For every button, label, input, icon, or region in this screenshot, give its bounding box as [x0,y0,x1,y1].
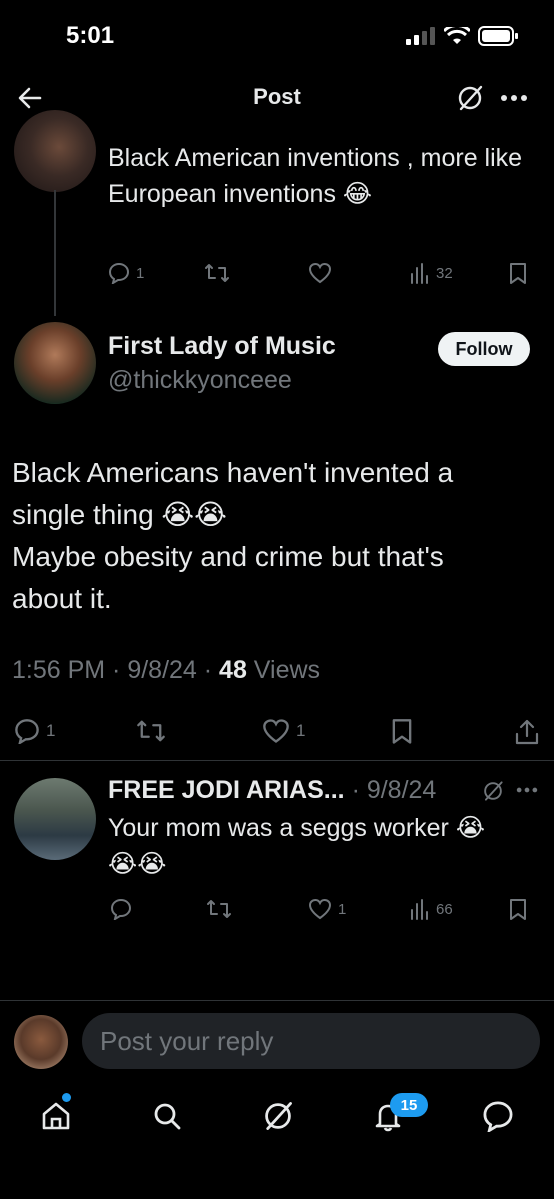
reply-reply-button[interactable] [110,898,132,920]
post-views-label: Views [246,656,321,684]
parent-reply-count: 1 [136,264,145,282]
reply-like-count: 1 [338,900,347,918]
views-icon [411,263,428,284]
reply-repost-button[interactable] [206,898,232,920]
grok-icon [458,85,483,111]
more-icon [516,787,538,793]
grok-icon [484,781,503,801]
status-time: 5:01 [66,22,115,49]
main-post-line: single thing 😭😭 [12,499,227,530]
battery-icon [478,26,518,46]
search-icon [154,1103,181,1130]
tab-grok[interactable] [262,1100,294,1132]
reply-date: · 9/8/24 [351,776,437,804]
post-meta: 1:56 PM · 9/8/24 · 48 Views [12,656,320,685]
parent-post-text: Black American inventions , more like Eu… [108,144,523,208]
thread-line [54,190,56,316]
message-icon [483,1101,513,1132]
reply-post-line: Your mom was a seggs worker 😭 [108,814,486,842]
home-unread-dot [62,1093,71,1102]
like-button[interactable]: 1 [262,718,305,744]
reply-icon [15,719,39,744]
reply-input[interactable]: Post your reply [82,1013,540,1069]
post-timestamp: 1:56 PM · 9/8/24 · [12,656,220,684]
repost-icon [205,264,229,282]
main-post-avatar[interactable] [14,322,96,404]
status-icons [406,26,518,46]
parent-bookmark-button[interactable] [508,262,528,286]
current-user-avatar[interactable] [14,1015,68,1069]
reply-icon [110,898,132,920]
reply-post-line: 😭😭 [108,850,167,878]
composer-divider [0,1000,554,1001]
grok-button[interactable] [456,84,484,112]
tab-home[interactable] [40,1100,72,1132]
parent-like-button[interactable] [308,262,332,284]
reply-post-avatar[interactable] [14,778,96,860]
bookmark-icon [510,263,526,284]
author-handle[interactable]: @thickkyonceee [108,366,292,395]
divider [0,760,554,761]
parent-post-avatar[interactable] [14,110,96,192]
repost-icon [137,720,165,742]
bookmark-icon [392,719,412,744]
heart-icon [308,262,332,284]
grok-icon [265,1102,292,1130]
home-icon [42,1102,70,1130]
post-views-count[interactable]: 48 [219,656,247,684]
tab-search[interactable] [151,1100,183,1132]
reply-post-text: Your mom was a seggs worker 😭 😭😭 [108,810,548,882]
repost-button[interactable] [136,718,166,744]
main-post-line: Maybe obesity and crime but that's [12,541,444,572]
reply-grok-button[interactable] [482,780,504,802]
more-options-button[interactable] [500,93,528,103]
reply-count: 1 [46,721,56,740]
share-button[interactable] [514,718,540,746]
reply-bookmark-button[interactable] [508,898,528,922]
follow-button[interactable]: Follow [438,332,530,366]
tab-messages[interactable] [482,1100,514,1132]
parent-repost-button[interactable] [204,262,230,284]
heart-icon [308,898,332,920]
share-icon [515,719,539,745]
views-icon [411,899,428,920]
author-name[interactable]: First Lady of Music [108,332,336,361]
bookmark-icon [510,899,526,920]
more-icon [501,95,527,101]
reply-views-count: 66 [436,900,453,918]
repost-icon [207,900,231,918]
parent-reply-button[interactable]: 1 [108,262,144,284]
main-post-line: Black Americans haven't invented a [12,457,454,488]
reply-more-button[interactable] [516,786,538,794]
notifications-badge: 15 [390,1093,428,1117]
bookmark-button[interactable] [390,718,414,746]
signal-icon [406,27,435,45]
wifi-icon [444,27,470,44]
like-count: 1 [296,721,306,740]
reply-views-button[interactable]: 66 [410,898,453,920]
reply-like-button[interactable]: 1 [308,898,346,920]
parent-views-button[interactable]: 32 [410,262,453,284]
reply-icon [108,262,130,284]
reply-button[interactable]: 1 [14,718,55,744]
reply-post-header: FREE JODI ARIAS... · 9/8/24 [108,772,436,808]
reply-author-name[interactable]: FREE JODI ARIAS... [108,776,345,804]
main-post-line: about it. [12,583,112,614]
main-post-text: Black Americans haven't invented a singl… [12,452,542,620]
heart-icon [263,719,289,743]
parent-views-count: 32 [436,264,453,282]
